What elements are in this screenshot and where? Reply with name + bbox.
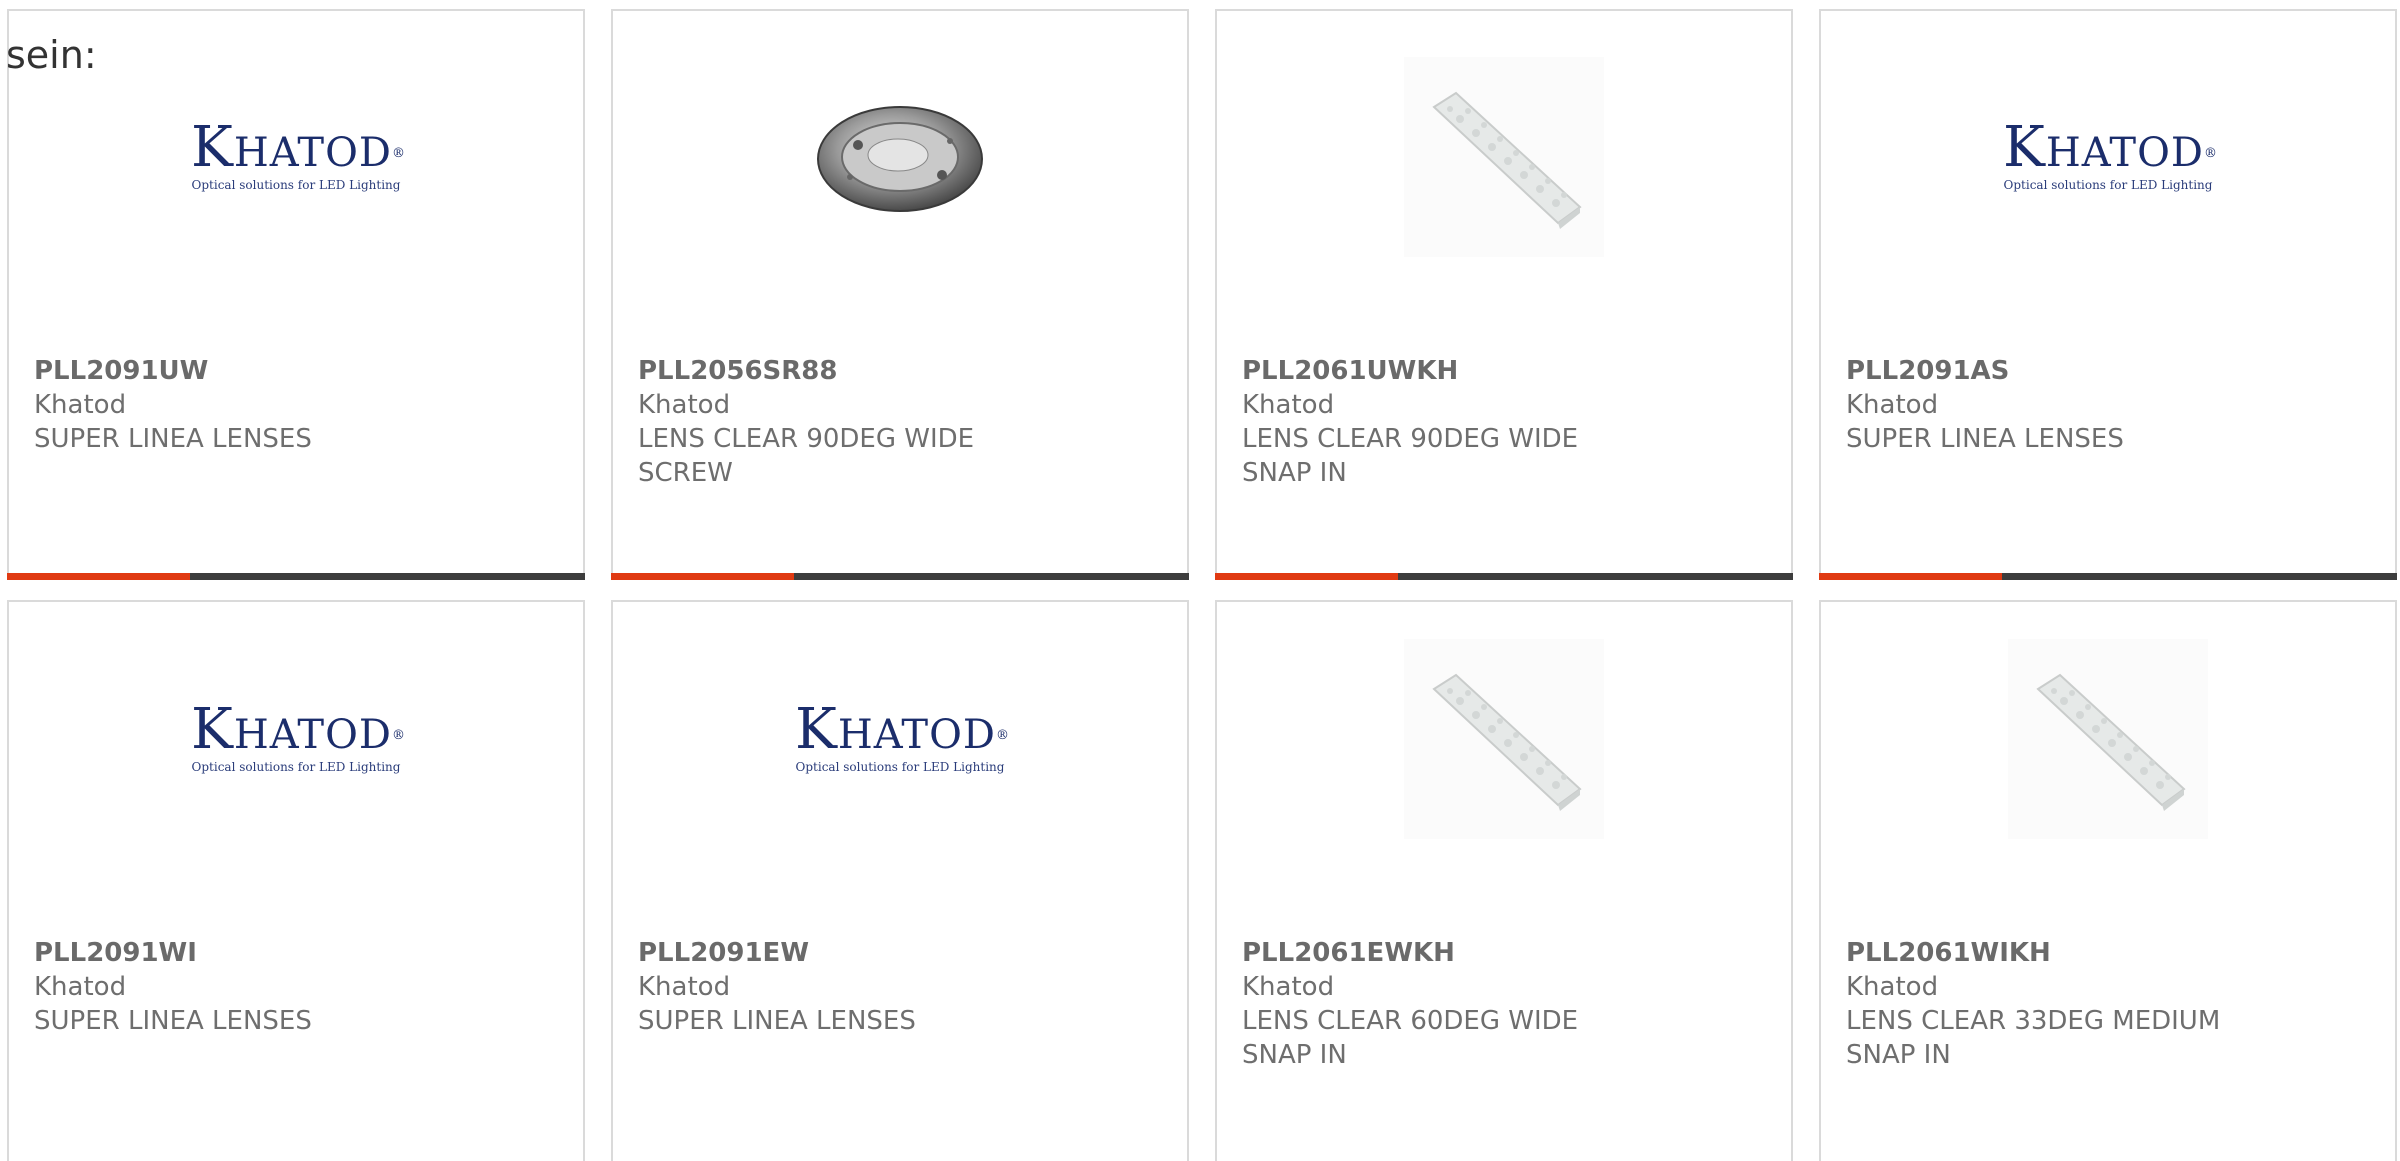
- part-number-link[interactable]: PLL2091AS: [1846, 354, 2255, 388]
- product-card[interactable]: PLL2061EWKH Khatod LENS CLEAR 60DEG WIDE…: [1215, 600, 1793, 1161]
- product-description: LENS CLEAR 33DEG MEDIUM SNAP IN: [1846, 1006, 2221, 1070]
- card-bar-accent: [1819, 573, 2002, 580]
- product-card[interactable]: KHATOD® Optical solutions for LED Lighti…: [7, 9, 585, 580]
- strip-lens-photo: [1404, 57, 1604, 257]
- product-image[interactable]: KHATOD® Optical solutions for LED Lighti…: [613, 629, 1187, 849]
- product-image[interactable]: [1217, 629, 1791, 849]
- product-card[interactable]: PLL2061UWKH Khatod LENS CLEAR 90DEG WIDE…: [1215, 9, 1793, 580]
- manufacturer-label: Khatod: [1242, 390, 1335, 420]
- product-description: SUPER LINEA LENSES: [34, 424, 312, 454]
- product-card[interactable]: PLL2061WIKH Khatod LENS CLEAR 33DEG MEDI…: [1819, 600, 2397, 1161]
- product-description: SUPER LINEA LENSES: [34, 1006, 312, 1036]
- manufacturer-label: Khatod: [34, 390, 127, 420]
- khatod-logo: KHATOD® Optical solutions for LED Lighti…: [2003, 114, 2218, 192]
- product-image[interactable]: [1217, 47, 1791, 267]
- product-image[interactable]: KHATOD® Optical solutions for LED Lighti…: [1821, 47, 2395, 267]
- product-image[interactable]: KHATOD® Optical solutions for LED Lighti…: [9, 629, 583, 849]
- khatod-logo: KHATOD® Optical solutions for LED Lighti…: [795, 696, 1010, 774]
- card-bar-accent: [7, 573, 190, 580]
- part-number-link[interactable]: PLL2061UWKH: [1242, 354, 1651, 388]
- product-grid-page: sein: KHATOD® Optical solutions for LED …: [0, 0, 2400, 1161]
- card-progress-bar: [1819, 573, 2397, 580]
- manufacturer-label: Khatod: [1846, 390, 1939, 420]
- manufacturer-label: Khatod: [34, 972, 127, 1002]
- part-number-link[interactable]: PLL2091UW: [34, 354, 443, 388]
- part-number-link[interactable]: PLL2061EWKH: [1242, 936, 1651, 970]
- intro-text: sein:: [6, 33, 97, 77]
- part-number-link[interactable]: PLL2091WI: [34, 936, 443, 970]
- product-image[interactable]: [1821, 629, 2395, 849]
- product-card[interactable]: KHATOD® Optical solutions for LED Lighti…: [7, 600, 585, 1161]
- round-lens-photo: [817, 106, 983, 212]
- product-description: SUPER LINEA LENSES: [1846, 424, 2124, 454]
- strip-lens-photo: [1404, 639, 1604, 839]
- part-number-link[interactable]: PLL2061WIKH: [1846, 936, 2255, 970]
- part-number-link[interactable]: PLL2091EW: [638, 936, 1047, 970]
- product-image[interactable]: KHATOD® Optical solutions for LED Lighti…: [9, 47, 583, 267]
- part-number-link[interactable]: PLL2056SR88: [638, 354, 1047, 388]
- khatod-logo: KHATOD® Optical solutions for LED Lighti…: [191, 114, 406, 192]
- product-card[interactable]: PLL2056SR88 Khatod LENS CLEAR 90DEG WIDE…: [611, 9, 1189, 580]
- product-description: SUPER LINEA LENSES: [638, 1006, 916, 1036]
- strip-lens-photo: [2008, 639, 2208, 839]
- manufacturer-label: Khatod: [638, 390, 731, 420]
- product-description: LENS CLEAR 90DEG WIDE SNAP IN: [1242, 424, 1579, 488]
- product-card[interactable]: KHATOD® Optical solutions for LED Lighti…: [1819, 9, 2397, 580]
- card-bar-accent: [1215, 573, 1398, 580]
- product-description: LENS CLEAR 90DEG WIDE SCREW: [638, 424, 975, 488]
- manufacturer-label: Khatod: [1242, 972, 1335, 1002]
- khatod-logo: KHATOD® Optical solutions for LED Lighti…: [191, 696, 406, 774]
- product-image[interactable]: [613, 47, 1187, 267]
- manufacturer-label: Khatod: [638, 972, 731, 1002]
- product-card[interactable]: KHATOD® Optical solutions for LED Lighti…: [611, 600, 1189, 1161]
- card-progress-bar: [611, 573, 1189, 580]
- manufacturer-label: Khatod: [1846, 972, 1939, 1002]
- card-bar-accent: [611, 573, 794, 580]
- product-description: LENS CLEAR 60DEG WIDE SNAP IN: [1242, 1006, 1579, 1070]
- card-progress-bar: [7, 573, 585, 580]
- card-progress-bar: [1215, 573, 1793, 580]
